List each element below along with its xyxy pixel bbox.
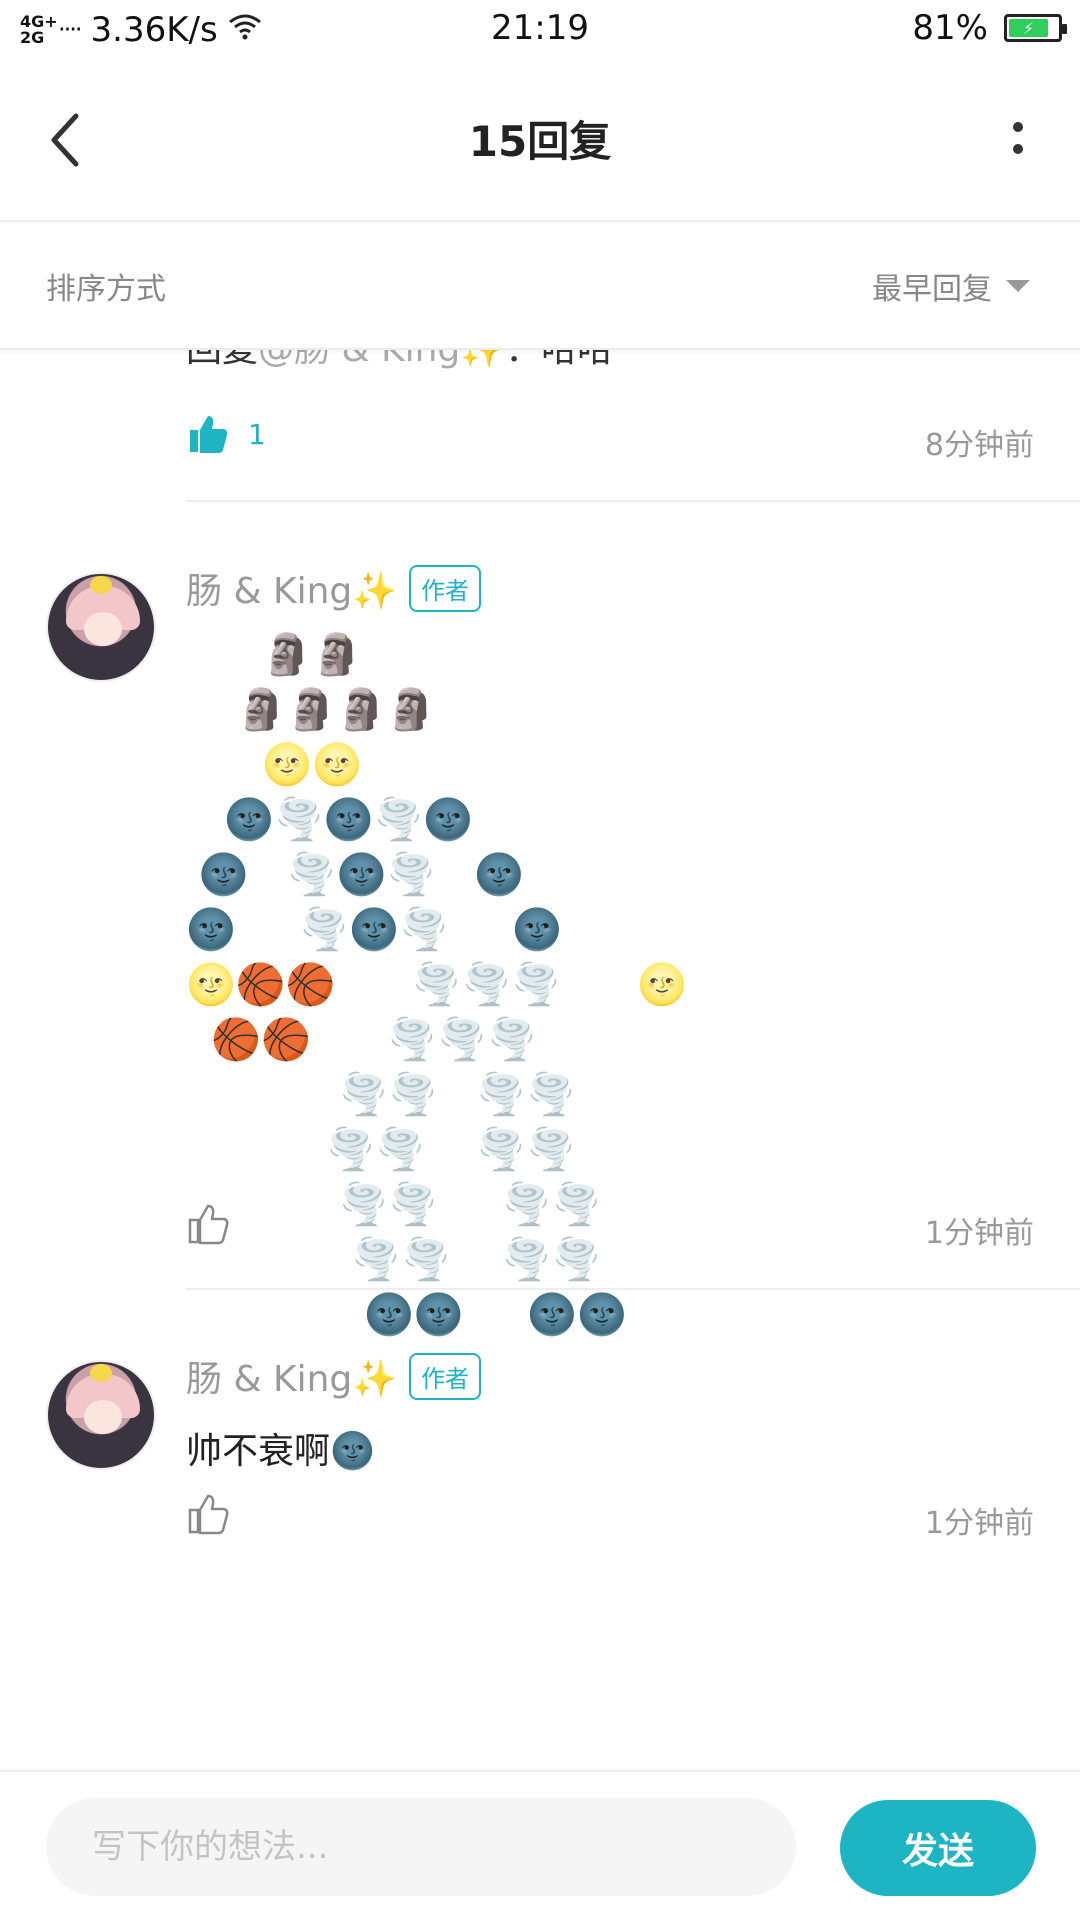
sort-bar: 排序方式 最早回复: [0, 222, 1080, 350]
sort-selected-value: 最早回复: [872, 272, 992, 307]
thumbs-up-icon: [188, 1204, 229, 1245]
comment-input-bar: 发送: [0, 1770, 1080, 1920]
reply-text: 帅不衰啊🌚: [186, 1431, 375, 1472]
thumbs-up-icon: [188, 1494, 229, 1535]
more-vertical-icon[interactable]: [1008, 108, 1028, 168]
reply-username[interactable]: 肠 & King✨ 作者: [186, 1350, 482, 1402]
battery-icon: ⚡: [1004, 14, 1067, 42]
reply-text: 回复@肠 & King✨：哈哈: [186, 350, 613, 372]
avatar[interactable]: [46, 572, 156, 682]
author-badge: 作者: [409, 1352, 482, 1400]
like-button[interactable]: 1: [186, 412, 266, 456]
like-button[interactable]: [186, 1202, 230, 1246]
sort-dropdown[interactable]: 最早回复: [872, 264, 1030, 308]
status-bar: 4G+ 2G ‧‧‧‧ 3.36K/s 21:19 81% ⚡: [0, 0, 1080, 60]
reply-text: 🗿🗿 🗿🗿🗿🗿 🌝🌝 🌚🌪️🌚🌪️🌚 🌚 🌪️🌚🌪️ 🌚 🌚 🌪️🌚🌪️ 🌚 🌝…: [186, 632, 688, 1338]
battery-status: 81% ⚡: [912, 8, 1067, 48]
author-badge: 作者: [409, 564, 482, 612]
reply-list[interactable]: 回复@肠 & King✨：哈哈 1 8分钟前 肠 & King✨ 作者 🗿🗿 🗿…: [0, 350, 1080, 1770]
reply-username[interactable]: 肠 & King✨ 作者: [186, 562, 482, 614]
comment-input[interactable]: [46, 1798, 796, 1896]
top-navigation: 15回复: [0, 60, 1080, 222]
reply-time: 1分钟前: [924, 1506, 1034, 1541]
divider: [186, 1288, 1080, 1290]
like-button[interactable]: [186, 1492, 230, 1536]
avatar[interactable]: [46, 1360, 156, 1470]
reply-time: 8分钟前: [924, 428, 1034, 463]
caret-down-icon: [1006, 280, 1030, 292]
reply-time: 1分钟前: [924, 1216, 1034, 1251]
sort-label: 排序方式: [46, 272, 166, 307]
battery-percent: 81%: [912, 8, 988, 48]
mention-link[interactable]: @肠 & King✨: [258, 350, 505, 370]
battery-fill: ⚡: [1009, 19, 1048, 38]
divider: [186, 500, 1080, 502]
like-count: 1: [248, 417, 266, 451]
page-title: 15回复: [468, 117, 612, 166]
send-button[interactable]: 发送: [840, 1800, 1036, 1896]
thumbs-up-icon: [190, 416, 228, 453]
